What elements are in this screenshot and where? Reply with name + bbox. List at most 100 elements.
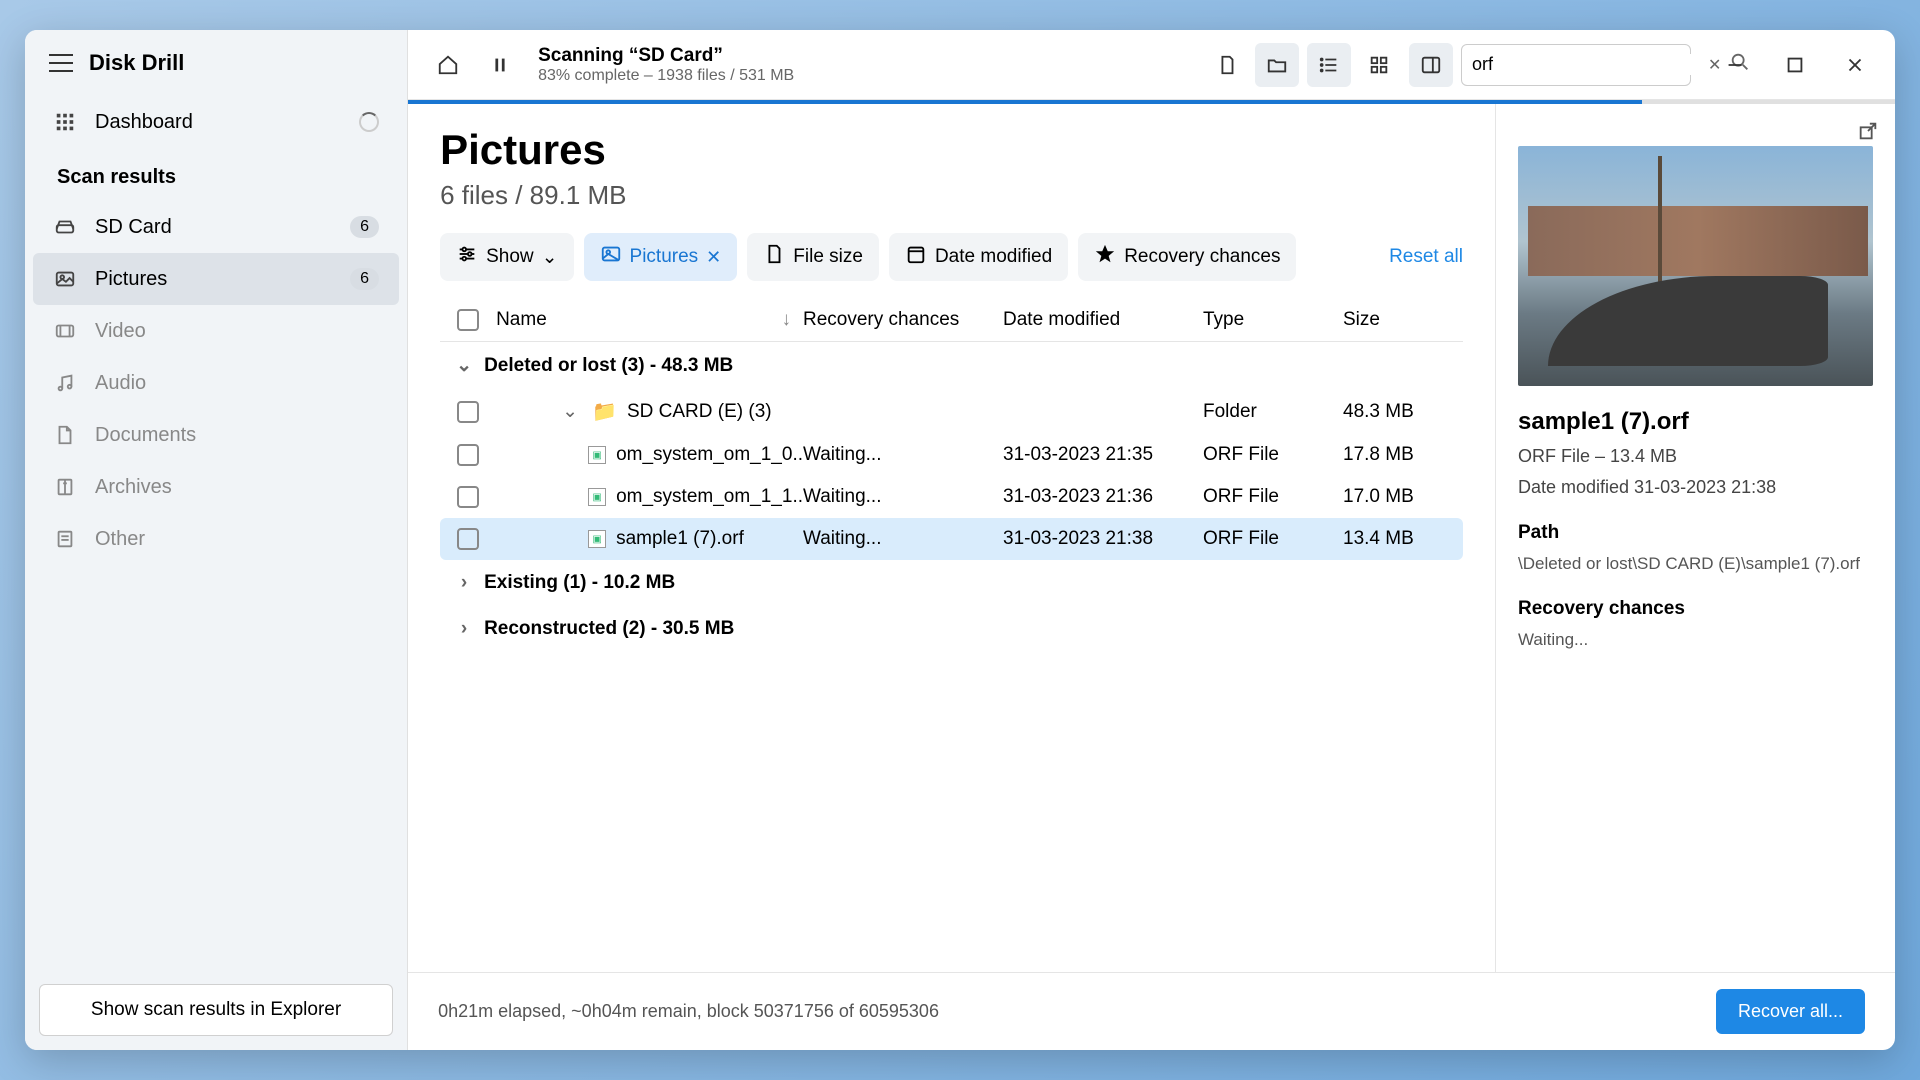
main-area: Scanning “SD Card” 83% complete – 1938 f… [408,30,1895,1050]
picture-icon [53,267,77,291]
chevron-down-icon[interactable]: ⌄ [452,354,476,377]
grid-view-button[interactable] [1357,43,1401,87]
chevron-down-icon[interactable]: ⌄ [558,400,582,423]
show-filter[interactable]: Show ⌄ [440,233,573,281]
cell-name: om_system_om_1_1.. [616,486,803,508]
date-filter[interactable]: Date modified [889,233,1068,281]
folder-view-button[interactable] [1255,43,1299,87]
filesize-filter[interactable]: File size [747,233,879,281]
sidebar-item-pictures[interactable]: Pictures 6 [33,253,399,305]
row-checkbox[interactable] [457,528,479,550]
sidebar-item-label: Other [95,528,145,551]
nav-section: Dashboard Scan results SD Card 6 Picture… [25,96,407,565]
content: Pictures 6 files / 89.1 MB Show ⌄ Pictur… [408,104,1895,972]
video-icon [53,319,77,343]
recovery-filter[interactable]: Recovery chances [1078,233,1296,281]
reset-all-link[interactable]: Reset all [1389,246,1463,268]
sidebar-item-sdcard[interactable]: SD Card 6 [33,201,399,253]
cell-date: 31-03-2023 21:35 [1003,444,1203,466]
cell-size: 48.3 MB [1343,401,1463,423]
filter-label: Date modified [935,246,1052,268]
filter-label: File size [793,246,863,268]
sidebar-item-label: Pictures [95,268,167,291]
group-existing[interactable]: › Existing (1) - 10.2 MB [440,560,1463,606]
group-label: Deleted or lost (3) - 48.3 MB [484,355,733,377]
chevron-down-icon: ⌄ [542,246,558,269]
chevron-right-icon[interactable]: › [452,572,476,594]
column-recovery[interactable]: Recovery chances [803,309,1003,331]
page-title: Pictures [440,126,1463,174]
cell-date: 31-03-2023 21:36 [1003,486,1203,508]
filter-label: Recovery chances [1124,246,1280,268]
sidebar-item-label: SD Card [95,216,172,239]
file-row[interactable]: ▣sample1 (7).orf Waiting... 31-03-2023 2… [440,518,1463,560]
sidebar-item-audio[interactable]: Audio [33,357,399,409]
sidebar-footer: Show scan results in Explorer [25,970,407,1050]
close-button[interactable] [1833,43,1877,87]
sort-arrow-icon: ↓ [782,309,792,331]
cell-type: ORF File [1203,444,1343,466]
remove-filter-icon[interactable]: ✕ [706,247,721,268]
file-row[interactable]: ▣om_system_om_1_1.. Waiting... 31-03-202… [440,476,1463,518]
cell-recovery: Waiting... [803,486,1003,508]
column-name[interactable]: Name↓ [496,309,803,331]
archive-icon [53,475,77,499]
sidebar-item-dashboard[interactable]: Dashboard [33,96,399,148]
cell-size: 13.4 MB [1343,528,1463,550]
folder-icon: 📁 [592,399,617,424]
group-label: Reconstructed (2) - 30.5 MB [484,618,734,640]
recover-all-button[interactable]: Recover all... [1716,989,1865,1034]
cell-recovery: Waiting... [803,528,1003,550]
sidebar-item-archives[interactable]: Archives [33,461,399,513]
bottom-bar: 0h21m elapsed, ~0h04m remain, block 5037… [408,972,1895,1050]
hamburger-icon[interactable] [49,51,73,75]
search-box[interactable]: ✕ [1461,44,1691,86]
show-in-explorer-button[interactable]: Show scan results in Explorer [39,984,393,1036]
cell-type: Folder [1203,401,1343,423]
file-view-button[interactable] [1205,43,1249,87]
sidebar-item-other[interactable]: Other [33,513,399,565]
cell-recovery: Waiting... [803,444,1003,466]
group-label: Existing (1) - 10.2 MB [484,572,675,594]
sidebar-item-label: Documents [95,424,196,447]
image-file-icon: ▣ [588,446,606,464]
popout-icon[interactable] [1857,120,1879,147]
column-size[interactable]: Size [1343,309,1463,331]
search-input[interactable] [1472,54,1704,75]
chevron-right-icon[interactable]: › [452,618,476,640]
preview-panel-toggle[interactable] [1409,43,1453,87]
preview-filename: sample1 (7).orf [1518,408,1873,436]
pictures-filter[interactable]: Pictures ✕ [584,233,738,281]
cell-name: sample1 (7).orf [616,528,744,550]
app-title: Disk Drill [89,50,184,76]
document-icon [763,243,785,271]
column-type[interactable]: Type [1203,309,1343,331]
cell-date: 31-03-2023 21:38 [1003,528,1203,550]
row-checkbox[interactable] [457,401,479,423]
group-deleted[interactable]: ⌄ Deleted or lost (3) - 48.3 MB [440,342,1463,389]
status-text: 0h21m elapsed, ~0h04m remain, block 5037… [438,1001,939,1022]
loading-spinner-icon [359,112,379,132]
list-view-button[interactable] [1307,43,1351,87]
preview-panel: sample1 (7).orf ORF File – 13.4 MB Date … [1495,104,1895,972]
pause-button[interactable] [478,43,522,87]
cell-type: ORF File [1203,486,1343,508]
file-row[interactable]: ▣om_system_om_1_0.. Waiting... 31-03-202… [440,434,1463,476]
column-date[interactable]: Date modified [1003,309,1203,331]
minimize-button[interactable] [1713,43,1757,87]
folder-row[interactable]: ⌄ 📁 SD CARD (E) (3) Folder 48.3 MB [440,389,1463,434]
row-checkbox[interactable] [457,444,479,466]
preview-meta-date: Date modified 31-03-2023 21:38 [1518,477,1873,498]
page-subtitle: 6 files / 89.1 MB [440,180,1463,211]
other-icon [53,527,77,551]
home-button[interactable] [426,43,470,87]
group-reconstructed[interactable]: › Reconstructed (2) - 30.5 MB [440,606,1463,652]
document-icon [53,423,77,447]
preview-recovery-label: Recovery chances [1518,598,1873,620]
maximize-button[interactable] [1773,43,1817,87]
select-all-checkbox[interactable] [457,309,479,331]
sidebar-item-video[interactable]: Video [33,305,399,357]
row-checkbox[interactable] [457,486,479,508]
filter-icon [456,243,478,271]
sidebar-item-documents[interactable]: Documents [33,409,399,461]
